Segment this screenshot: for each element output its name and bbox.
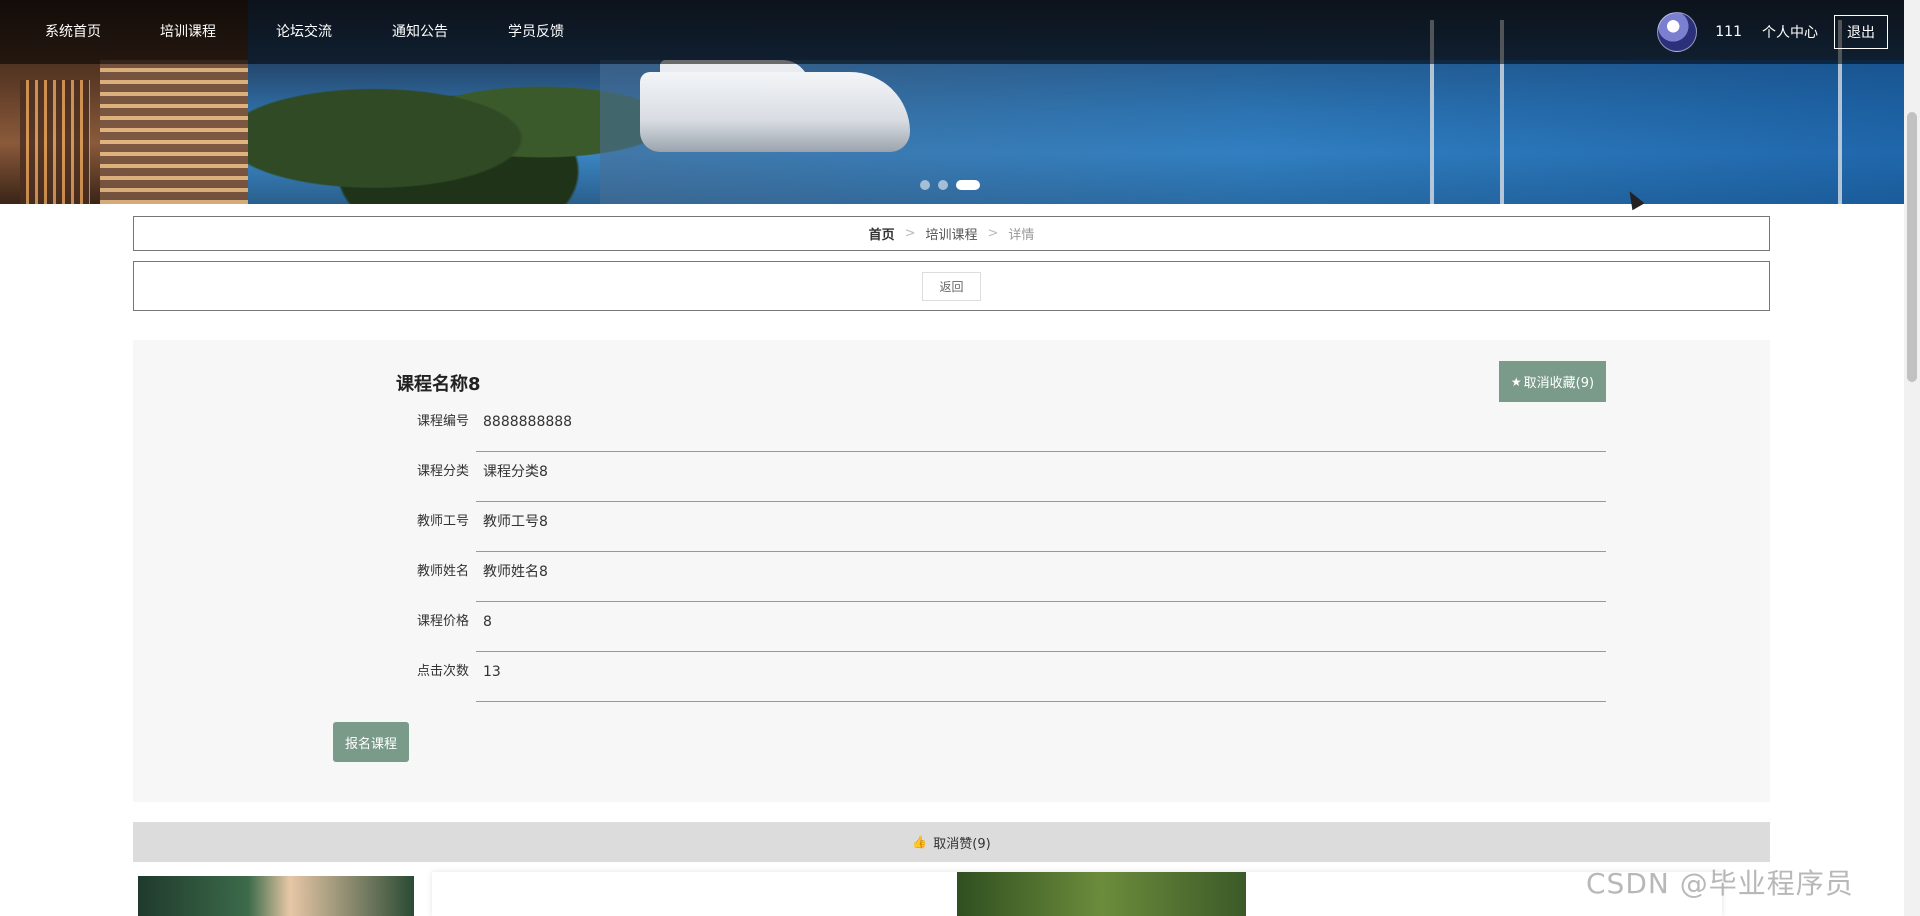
field-row-course-price: 课程价格 8: [396, 602, 1606, 652]
unfavorite-label: 取消收藏(9): [1523, 376, 1595, 391]
related-image: [957, 872, 1246, 916]
avatar[interactable]: [1657, 12, 1698, 52]
banner-yacht: [640, 72, 910, 152]
field-label: 教师工号: [416, 514, 469, 529]
breadcrumb-separator: >: [987, 226, 999, 241]
nav-item-courses[interactable]: 培训课程: [145, 0, 231, 64]
field-divider: [476, 701, 1606, 702]
username: 111: [1715, 24, 1742, 40]
field-value: 教师工号8: [483, 514, 548, 530]
banner-building: [20, 80, 90, 204]
field-row-click-count: 点击次数 13: [396, 652, 1606, 702]
enroll-course-button[interactable]: 报名课程: [333, 722, 409, 762]
scrollbar-thumb[interactable]: [1907, 112, 1917, 382]
nav-item-feedback[interactable]: 学员反馈: [493, 0, 579, 64]
course-detail-panel: 课程名称8 ★ 取消收藏(9) 课程编号 8888888888 课程分类 课程分…: [133, 340, 1770, 802]
field-label: 教师姓名: [416, 564, 469, 579]
breadcrumb-current: 详情: [1008, 228, 1035, 243]
watermark-text: CSDN @毕业程序员: [1586, 867, 1854, 900]
back-bar: 返回: [133, 261, 1770, 311]
breadcrumb: 首页 > 培训课程 > 详情: [133, 216, 1770, 251]
nav-item-forum[interactable]: 论坛交流: [261, 0, 347, 64]
thumbs-up-icon: 👍: [912, 835, 928, 849]
user-area: 111 个人中心 退出: [1657, 0, 1888, 64]
logout-button[interactable]: 退出: [1834, 15, 1888, 49]
top-nav: 系统首页 培训课程 论坛交流 通知公告 学员反馈 111 个人中心 退出: [0, 0, 1904, 64]
field-label: 课程分类: [416, 464, 469, 479]
field-row-teacher-name: 教师姓名 教师姓名8: [396, 552, 1606, 602]
banner-building: [100, 60, 248, 204]
course-title: 课程名称8: [396, 374, 481, 395]
unlike-bar[interactable]: 👍 取消赞(9): [133, 822, 1770, 862]
page-scrollbar[interactable]: [1904, 0, 1920, 916]
carousel-dot[interactable]: [938, 180, 948, 190]
field-value: 13: [483, 664, 501, 680]
related-image: [138, 876, 414, 916]
carousel-dot[interactable]: [920, 180, 930, 190]
field-label: 课程价格: [416, 614, 469, 629]
field-value: 教师姓名8: [483, 564, 548, 580]
user-center-link[interactable]: 个人中心: [1762, 22, 1818, 42]
carousel-indicators: [920, 180, 980, 190]
field-value: 8: [483, 614, 492, 630]
field-value: 8888888888: [483, 414, 573, 430]
field-label: 课程编号: [416, 414, 469, 429]
unlike-label: 取消赞(9): [933, 836, 991, 852]
nav-item-notices[interactable]: 通知公告: [377, 0, 463, 64]
breadcrumb-home[interactable]: 首页: [869, 224, 895, 243]
breadcrumb-courses[interactable]: 培训课程: [925, 224, 977, 243]
back-button[interactable]: 返回: [922, 271, 981, 301]
carousel-dot-active[interactable]: [956, 180, 980, 190]
field-value: 课程分类8: [483, 464, 548, 480]
breadcrumb-separator: >: [904, 226, 916, 241]
field-row-course-category: 课程分类 课程分类8: [396, 452, 1606, 502]
field-label: 点击次数: [416, 664, 469, 679]
unfavorite-button[interactable]: ★ 取消收藏(9): [1499, 361, 1606, 402]
field-row-course-code: 课程编号 8888888888: [396, 402, 1606, 452]
field-row-teacher-id: 教师工号 教师工号8: [396, 502, 1606, 552]
star-icon: ★: [1510, 374, 1522, 389]
nav-item-home[interactable]: 系统首页: [30, 0, 116, 64]
